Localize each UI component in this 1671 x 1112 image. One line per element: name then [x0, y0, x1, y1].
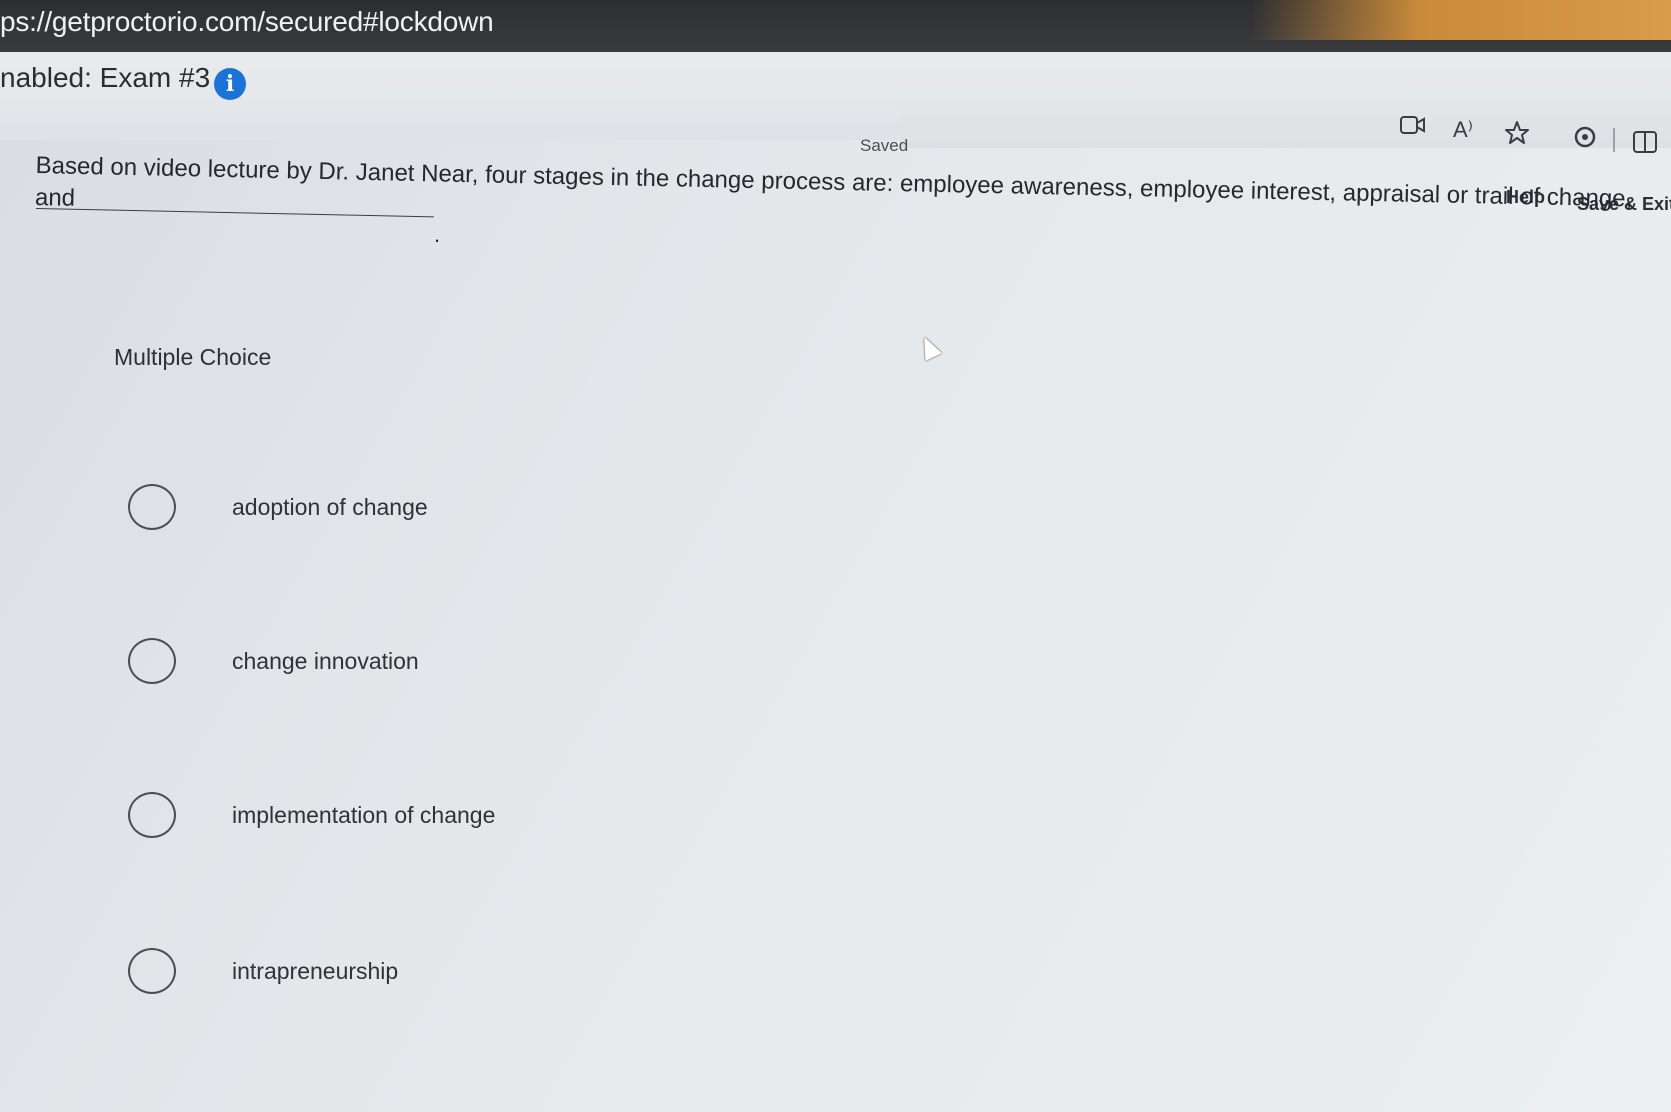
option-label[interactable]: change innovation [232, 648, 419, 675]
video-icon[interactable] [1400, 114, 1426, 143]
browser-toolbar [900, 100, 1671, 148]
option-label[interactable]: implementation of change [232, 802, 495, 829]
exam-title: nabled: Exam #3 [0, 62, 211, 93]
radio-button[interactable] [128, 638, 176, 684]
toolbar-separator [1613, 128, 1615, 152]
chrome-accent-bar [1251, 0, 1671, 40]
address-bar-url[interactable]: ps://getproctorio.com/secured#lockdown [0, 6, 494, 38]
radio-button[interactable] [128, 792, 176, 838]
browser-chrome: ps://getproctorio.com/secured#lockdown [0, 0, 1671, 52]
favorite-star-icon[interactable] [1504, 120, 1530, 153]
question-trailing-period: . [434, 222, 441, 247]
info-icon[interactable]: i [214, 68, 246, 100]
radio-button[interactable] [128, 948, 176, 994]
question-type-label: Multiple Choice [114, 344, 272, 370]
extensions-icon[interactable] [1572, 124, 1598, 157]
option-label[interactable]: intrapreneurship [232, 958, 398, 985]
save-status: Saved [860, 136, 909, 155]
split-screen-icon[interactable] [1632, 130, 1658, 161]
radio-button[interactable] [128, 484, 176, 530]
read-aloud-icon[interactable]: A⁾ [1453, 116, 1473, 144]
option-label[interactable]: adoption of change [232, 494, 428, 521]
